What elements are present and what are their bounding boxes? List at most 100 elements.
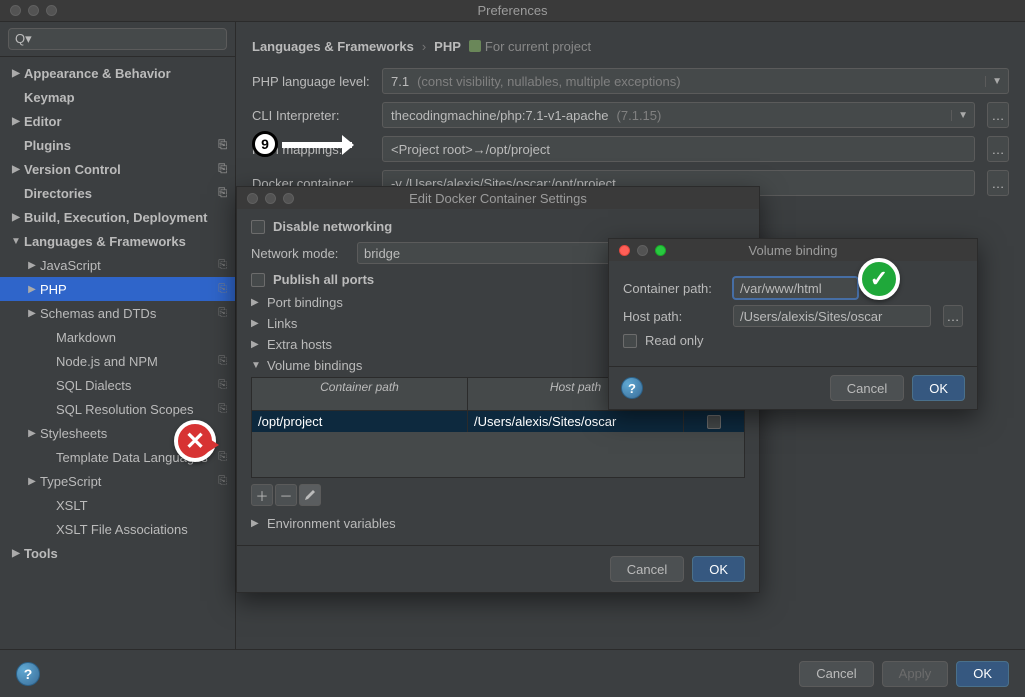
edit-button[interactable] xyxy=(299,484,321,506)
cancel-button[interactable]: Cancel xyxy=(799,661,873,687)
chevron-right-icon: › xyxy=(422,39,426,54)
window-titlebar: Preferences xyxy=(0,0,1025,22)
cli-browse-button[interactable]: … xyxy=(987,102,1009,128)
row-readonly-checkbox[interactable] xyxy=(707,415,721,429)
container-path-input[interactable] xyxy=(733,277,858,299)
table-row[interactable]: /opt/project /Users/alexis/Sites/oscar xyxy=(252,411,744,432)
help-button[interactable]: ? xyxy=(16,662,40,686)
env-vars-header[interactable]: ▶Environment variables xyxy=(251,516,745,531)
popup-help-button[interactable]: ? xyxy=(621,377,643,399)
path-mappings-field[interactable]: <Project root>→/opt/project xyxy=(382,136,975,162)
sidebar-item-label: Keymap xyxy=(24,90,75,105)
chevron-icon: ▶ xyxy=(24,476,40,487)
sidebar-item-label: Plugins xyxy=(24,138,71,153)
readonly-checkbox[interactable] xyxy=(623,334,637,348)
project-scope: For current project xyxy=(469,39,591,54)
project-config-icon: ⎘ xyxy=(218,187,227,200)
sidebar-item-label: Stylesheets xyxy=(40,426,107,441)
window-title: Preferences xyxy=(0,3,1025,18)
chevron-down-icon: ▼ xyxy=(985,76,1002,87)
cli-interpreter-select[interactable]: thecodingmachine/php:7.1-v1-apache (7.1.… xyxy=(382,102,975,128)
sidebar-item-php[interactable]: ▶PHP⎘ xyxy=(0,277,235,301)
th-container-path: Container path xyxy=(252,378,468,410)
sidebar-item-label: Tools xyxy=(24,546,58,561)
project-config-icon: ⎘ xyxy=(218,403,227,416)
sidebar-item-label: Node.js and NPM xyxy=(56,354,158,369)
sidebar-item-label: SQL Resolution Scopes xyxy=(56,402,194,417)
sidebar-item-label: SQL Dialects xyxy=(56,378,131,393)
preferences-sidebar: ▶Appearance & BehaviorKeymap▶EditorPlugi… xyxy=(0,22,236,649)
chevron-icon: ▶ xyxy=(8,548,24,559)
pencil-icon xyxy=(304,489,316,501)
container-path-label: Container path: xyxy=(623,281,723,296)
readonly-label: Read only xyxy=(645,333,704,348)
host-path-input[interactable] xyxy=(733,305,931,327)
remove-button[interactable]: － xyxy=(275,484,297,506)
chevron-icon: ▶ xyxy=(8,116,24,127)
sidebar-item-languages-frameworks[interactable]: ▼Languages & Frameworks xyxy=(0,229,235,253)
td-read-only xyxy=(684,411,744,432)
breadcrumb-l2: PHP xyxy=(434,39,461,54)
sidebar-item-label: Version Control xyxy=(24,162,121,177)
php-lang-label: PHP language level: xyxy=(252,74,372,89)
sidebar-item-appearance-behavior[interactable]: ▶Appearance & Behavior xyxy=(0,61,235,85)
popup-titlebar: Volume binding xyxy=(609,239,977,261)
dlg-cancel-button[interactable]: Cancel xyxy=(610,556,684,582)
project-config-icon: ⎘ xyxy=(218,307,227,320)
sidebar-item-keymap[interactable]: Keymap xyxy=(0,85,235,109)
sidebar-item-markdown[interactable]: Markdown xyxy=(0,325,235,349)
project-config-icon: ⎘ xyxy=(218,379,227,392)
sidebar-item-editor[interactable]: ▶Editor xyxy=(0,109,235,133)
sidebar-item-label: Languages & Frameworks xyxy=(24,234,186,249)
sidebar-item-label: XSLT xyxy=(56,498,88,513)
popup-ok-button[interactable]: OK xyxy=(912,375,965,401)
sidebar-item-typescript[interactable]: ▶TypeScript⎘ xyxy=(0,469,235,493)
sidebar-item-xslt[interactable]: XSLT xyxy=(0,493,235,517)
sidebar-item-schemas-and-dtds[interactable]: ▶Schemas and DTDs⎘ xyxy=(0,301,235,325)
chevron-icon: ▶ xyxy=(8,68,24,79)
ok-button[interactable]: OK xyxy=(956,661,1009,687)
arrow-icon xyxy=(282,142,352,148)
disable-networking-label: Disable networking xyxy=(273,219,392,234)
project-config-icon: ⎘ xyxy=(218,139,227,152)
sidebar-item-sql-resolution-scopes[interactable]: SQL Resolution Scopes ⎘ xyxy=(0,397,235,421)
sidebar-item-sql-dialects[interactable]: SQL Dialects ⎘ xyxy=(0,373,235,397)
sidebar-item-label: Directories xyxy=(24,186,92,201)
dlg-ok-button[interactable]: OK xyxy=(692,556,745,582)
cli-label: CLI Interpreter: xyxy=(252,108,372,123)
search-input[interactable] xyxy=(8,28,227,50)
chevron-icon: ▶ xyxy=(8,212,24,223)
host-path-browse-button[interactable]: … xyxy=(943,305,963,327)
project-icon xyxy=(469,40,481,52)
sidebar-item-build-execution-deployment[interactable]: ▶Build, Execution, Deployment xyxy=(0,205,235,229)
sidebar-item-node-js-and-npm[interactable]: Node.js and NPM⎘ xyxy=(0,349,235,373)
sidebar-item-javascript[interactable]: ▶JavaScript⎘ xyxy=(0,253,235,277)
td-host-path: /Users/alexis/Sites/oscar xyxy=(468,411,684,432)
preferences-tree[interactable]: ▶Appearance & BehaviorKeymap▶EditorPlugi… xyxy=(0,57,235,649)
sidebar-item-directories[interactable]: Directories ⎘ xyxy=(0,181,235,205)
sidebar-item-tools[interactable]: ▶Tools xyxy=(0,541,235,565)
sidebar-item-label: Markdown xyxy=(56,330,116,345)
apply-button[interactable]: Apply xyxy=(882,661,949,687)
sidebar-item-xslt-file-associations[interactable]: XSLT File Associations xyxy=(0,517,235,541)
sidebar-item-version-control[interactable]: ▶Version Control⎘ xyxy=(0,157,235,181)
sidebar-item-label: Build, Execution, Deployment xyxy=(24,210,207,225)
step-badge: 9 xyxy=(252,131,278,157)
dialog-title: Edit Docker Container Settings xyxy=(237,191,759,206)
sidebar-item-label: Schemas and DTDs xyxy=(40,306,156,321)
path-browse-button[interactable]: … xyxy=(987,136,1009,162)
volume-binding-popup: Volume binding Container path: Host path… xyxy=(608,238,978,410)
sidebar-item-label: PHP xyxy=(40,282,67,297)
add-button[interactable]: ＋ xyxy=(251,484,273,506)
sidebar-item-plugins[interactable]: Plugins ⎘ xyxy=(0,133,235,157)
project-config-icon: ⎘ xyxy=(218,163,227,176)
dialog-titlebar: Edit Docker Container Settings xyxy=(237,187,759,209)
publish-all-ports-checkbox[interactable] xyxy=(251,273,265,287)
disable-networking-checkbox[interactable] xyxy=(251,220,265,234)
php-lang-select[interactable]: 7.1 (const visibility, nullables, multip… xyxy=(382,68,1009,94)
chevron-icon: ▶ xyxy=(24,428,40,439)
chevron-icon: ▼ xyxy=(8,236,24,247)
docker-browse-button[interactable]: … xyxy=(987,170,1009,196)
sidebar-item-label: Editor xyxy=(24,114,62,129)
popup-cancel-button[interactable]: Cancel xyxy=(830,375,904,401)
